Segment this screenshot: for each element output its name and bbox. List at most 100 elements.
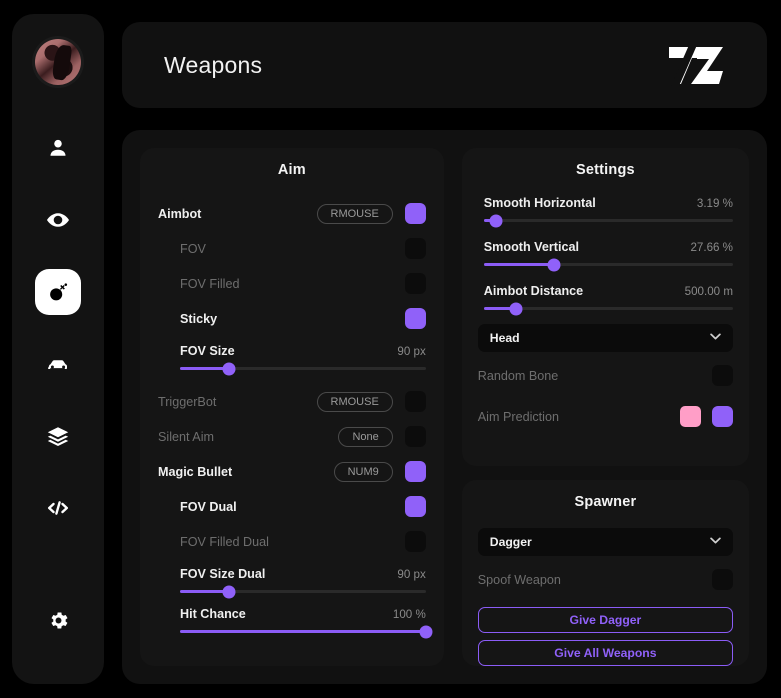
- weapon-select-value: Dagger: [489, 535, 532, 549]
- chevron-down-icon: [710, 537, 721, 547]
- tz-logo-icon: [667, 43, 725, 87]
- toggle-spoof-weapon[interactable]: [712, 569, 733, 590]
- toggle-sticky[interactable]: [404, 308, 426, 329]
- keybind-badge[interactable]: NUM9: [333, 461, 393, 482]
- person-icon: [47, 137, 69, 159]
- keybind-badge[interactable]: None: [338, 426, 393, 447]
- eye-icon: [46, 208, 70, 232]
- row-silent-aim[interactable]: Silent Aim None: [158, 419, 426, 454]
- slider-label: FOV Size: [180, 344, 235, 358]
- row-label: Aimbot: [158, 206, 202, 221]
- row-fov-filled-dual[interactable]: FOV Filled Dual: [158, 524, 426, 559]
- main-content: Aim Aimbot RMOUSE FOV FOV Filled Sticky: [122, 130, 767, 684]
- bone-select-value: Head: [489, 331, 520, 345]
- chevron-down-icon: [710, 333, 721, 343]
- toggle-magic-bullet[interactable]: [404, 461, 426, 482]
- toggle-silent-aim[interactable]: [404, 426, 426, 447]
- slider-fov-size[interactable]: FOV Size 90 px: [158, 344, 426, 375]
- row-label: Sticky: [180, 311, 218, 326]
- slider-smooth-horizontal[interactable]: Smooth Horizontal 3.19 %: [478, 196, 733, 227]
- row-triggerbot[interactable]: TriggerBot RMOUSE: [158, 384, 426, 419]
- row-label: Spoof Weapon: [477, 572, 561, 587]
- page-header: Weapons: [122, 22, 767, 108]
- row-fov[interactable]: FOV: [158, 231, 426, 266]
- settings-title: Settings: [575, 162, 635, 178]
- slider-value: 27.66 %: [690, 241, 733, 254]
- code-icon: [46, 496, 70, 520]
- user-avatar[interactable]: [35, 39, 81, 85]
- slider-knob[interactable]: [547, 258, 561, 271]
- toggle-aimbot[interactable]: [404, 203, 426, 224]
- row-fov-filled[interactable]: FOV Filled: [158, 266, 426, 301]
- bone-select[interactable]: Head: [477, 324, 733, 352]
- row-spoof-weapon[interactable]: Spoof Weapon: [478, 562, 733, 597]
- app-root: Weapons Aim Aimbot RMOUSE FOV FOV Filled…: [0, 0, 781, 698]
- slider-knob[interactable]: [222, 362, 236, 375]
- slider-value: 100 %: [392, 608, 426, 621]
- aim-card: Aim Aimbot RMOUSE FOV FOV Filled Sticky: [140, 148, 444, 666]
- give-all-weapons-button[interactable]: Give All Weapons: [477, 640, 733, 666]
- slider-label: Aimbot Distance: [483, 284, 584, 298]
- row-label: Aim Prediction: [477, 409, 559, 424]
- sidebar-item-world[interactable]: [35, 413, 81, 459]
- aim-prediction-color-swatch[interactable]: [680, 406, 701, 427]
- toggle-triggerbot[interactable]: [404, 391, 426, 412]
- slider-value: 90 px: [397, 345, 426, 358]
- toggle-fov-filled-dual[interactable]: [404, 531, 426, 552]
- slider-track[interactable]: [180, 362, 426, 375]
- sidebar-item-visuals[interactable]: [35, 197, 81, 243]
- sidebar-nav: [12, 125, 104, 643]
- bomb-icon: [47, 281, 69, 303]
- row-label: Magic Bullet: [158, 464, 233, 479]
- settings-card: Settings Smooth Horizontal 3.19 % Smooth…: [461, 148, 749, 466]
- row-random-bone[interactable]: Random Bone: [478, 358, 733, 393]
- toggle-fov-filled[interactable]: [404, 273, 426, 294]
- spawner-card: Spawner Dagger Spoof Weapon Give Dagger …: [461, 480, 749, 666]
- slider-track[interactable]: [483, 258, 733, 271]
- toggle-random-bone[interactable]: [712, 365, 733, 386]
- spawner-title: Spawner: [574, 494, 637, 510]
- slider-track[interactable]: [180, 585, 426, 598]
- slider-value: 500.00 m: [684, 285, 733, 298]
- car-icon: [46, 352, 70, 376]
- slider-track[interactable]: [483, 302, 733, 315]
- slider-fill: [483, 263, 554, 266]
- slider-track[interactable]: [483, 214, 733, 227]
- slider-fov-size-dual[interactable]: FOV Size Dual 90 px: [158, 567, 426, 598]
- toggle-fov[interactable]: [404, 238, 426, 259]
- row-sticky[interactable]: Sticky: [158, 301, 426, 336]
- aim-column: Aim Aimbot RMOUSE FOV FOV Filled Sticky: [140, 148, 444, 666]
- layers-icon: [46, 424, 70, 448]
- sidebar-item-scripts[interactable]: [35, 485, 81, 531]
- slider-hit-chance[interactable]: Hit Chance 100 %: [158, 607, 433, 638]
- sidebar-item-player[interactable]: [35, 125, 81, 171]
- row-label: FOV Filled: [180, 276, 240, 291]
- sidebar-item-settings[interactable]: [35, 597, 81, 643]
- weapon-select[interactable]: Dagger: [477, 528, 733, 556]
- aim-title: Aim: [277, 162, 306, 178]
- row-label: FOV Dual: [180, 499, 237, 514]
- slider-fill: [180, 630, 426, 633]
- toggle-fov-dual[interactable]: [404, 496, 426, 517]
- give-dagger-button[interactable]: Give Dagger: [477, 607, 733, 633]
- sidebar-item-vehicles[interactable]: [35, 341, 81, 387]
- keybind-badge[interactable]: RMOUSE: [316, 203, 393, 224]
- toggle-aim-prediction[interactable]: [712, 406, 733, 427]
- row-fov-dual[interactable]: FOV Dual: [158, 489, 426, 524]
- settings-column: Settings Smooth Horizontal 3.19 % Smooth…: [461, 148, 749, 666]
- slider-knob[interactable]: [419, 625, 433, 638]
- slider-smooth-vertical[interactable]: Smooth Vertical 27.66 %: [478, 240, 733, 271]
- row-label: FOV: [180, 241, 206, 256]
- row-magic-bullet[interactable]: Magic Bullet NUM9: [158, 454, 426, 489]
- slider-knob[interactable]: [509, 302, 523, 315]
- slider-knob[interactable]: [222, 585, 236, 598]
- slider-knob[interactable]: [489, 214, 503, 227]
- slider-label: Smooth Horizontal: [483, 196, 596, 210]
- slider-value: 90 px: [397, 568, 426, 581]
- slider-aimbot-distance[interactable]: Aimbot Distance 500.00 m: [478, 284, 733, 315]
- row-aim-prediction[interactable]: Aim Prediction: [478, 399, 733, 434]
- row-aimbot[interactable]: Aimbot RMOUSE: [158, 196, 426, 231]
- slider-track[interactable]: [180, 625, 433, 638]
- keybind-badge[interactable]: RMOUSE: [316, 391, 393, 412]
- sidebar-item-weapons[interactable]: [35, 269, 81, 315]
